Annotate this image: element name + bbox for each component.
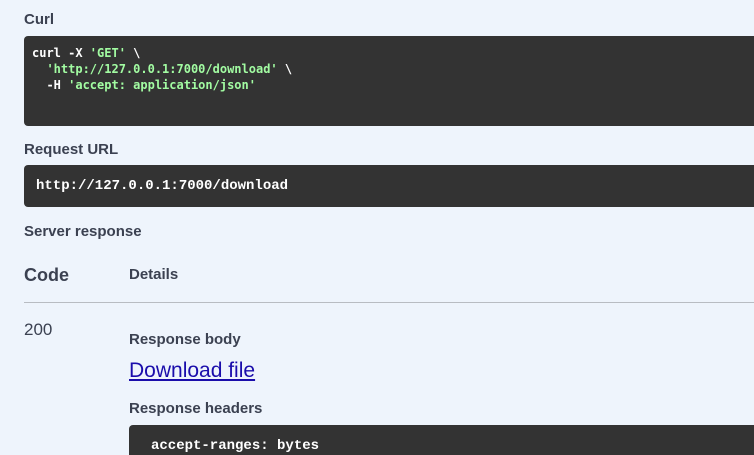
curl-string-token: 'GET' <box>89 46 126 60</box>
curl-line: -H 'accept: application/json' <box>32 77 754 93</box>
curl-label: Curl <box>24 11 54 28</box>
curl-string-token: 'http://127.0.0.1:7000/download' <box>46 62 278 76</box>
request-url-value[interactable]: http://127.0.0.1:7000/download <box>24 165 754 207</box>
curl-command-token: \ <box>125 46 141 60</box>
curl-command-token <box>32 62 46 76</box>
curl-line: curl -X 'GET' \ <box>32 45 754 61</box>
response-headers-block[interactable]: accept-ranges: bytes <box>129 425 754 455</box>
curl-command-token: -H <box>32 78 69 92</box>
response-headers-label: Response headers <box>129 400 263 417</box>
download-file-link[interactable]: Download file <box>129 359 255 383</box>
details-column-header: Details <box>129 266 179 283</box>
curl-code-block[interactable]: curl -X 'GET' \ 'http://127.0.0.1:7000/d… <box>24 36 754 126</box>
response-body-label: Response body <box>129 331 241 348</box>
curl-command-token: curl -X <box>32 46 90 60</box>
curl-command-token: \ <box>277 62 293 76</box>
response-code: 200 <box>24 320 53 339</box>
server-response-label: Server response <box>24 223 142 240</box>
curl-string-token: 'accept: application/json' <box>68 78 256 92</box>
request-url-label: Request URL <box>24 141 119 158</box>
code-column-header: Code <box>24 265 69 285</box>
table-divider <box>24 302 754 303</box>
curl-line: 'http://127.0.0.1:7000/download' \ <box>32 61 754 77</box>
